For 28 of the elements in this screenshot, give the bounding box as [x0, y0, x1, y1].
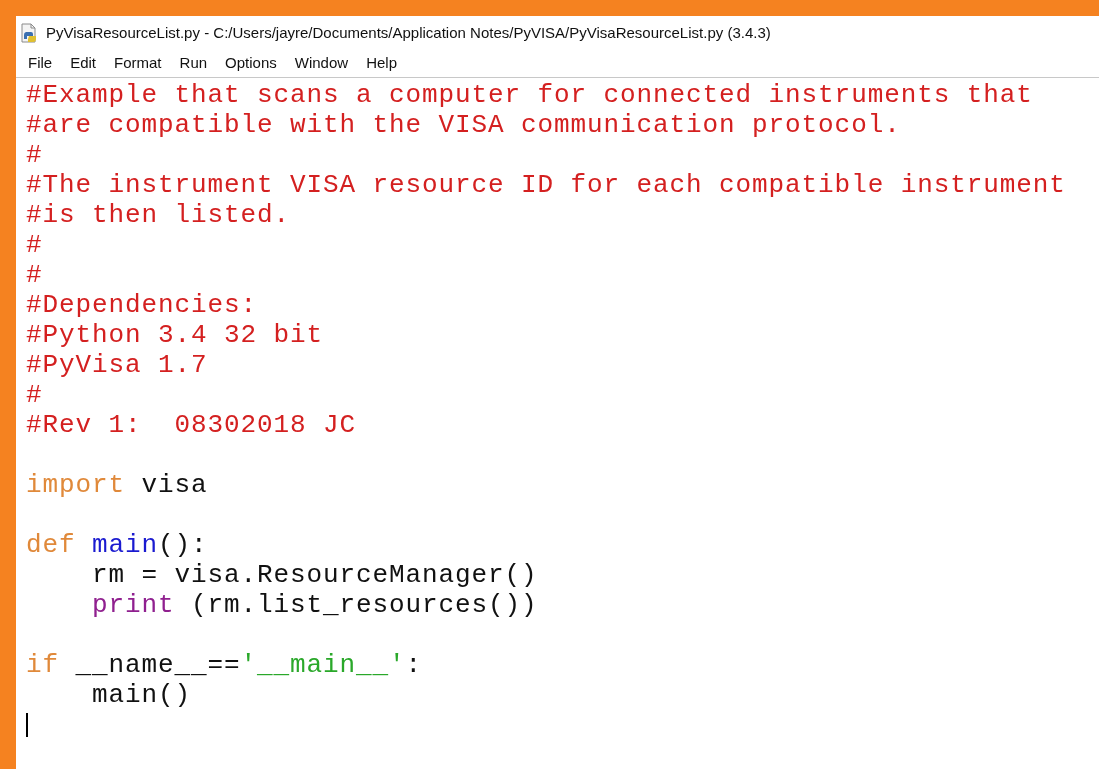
menu-item[interactable]: Help [364, 52, 399, 75]
code-line: # [26, 260, 44, 290]
window-title: PyVisaResourceList.py - C:/Users/jayre/Documents/Application Notes/PyVISA/PyVisaResourceList.py (3.4.3) [46, 22, 771, 43]
text-cursor [26, 713, 28, 737]
code-line: #Python 3.4 32 bit [26, 320, 325, 350]
code-line: # [26, 140, 44, 170]
code-line: #are compatible with the VISA communication protocol. [26, 110, 902, 140]
code-line: rm = visa.ResourceManager() [91, 560, 539, 590]
menu-item[interactable]: Run [177, 52, 210, 75]
code-line: #PyVisa 1.7 [26, 350, 209, 380]
code-line: # [26, 380, 44, 410]
code-line: #Rev 1: 08302018 JC [26, 410, 358, 440]
code-line: print (rm.list_resources()) [91, 590, 539, 620]
code-line: #The instrument VISA resource ID for each compatible instrument [26, 170, 1067, 200]
menu-item[interactable]: Window [292, 52, 351, 75]
menu-item[interactable]: Format [112, 52, 164, 75]
python-file-icon [20, 23, 38, 43]
code-line: main() [91, 680, 193, 710]
code-line: #Example that scans a computer for connected instruments that [26, 80, 1034, 110]
code-line: # [26, 230, 44, 260]
code-line: #Dependencies: [26, 290, 259, 320]
code-line: import visa [26, 470, 209, 500]
code-line: def main(): [26, 530, 209, 560]
code-line: if __name__=='__main__': [26, 650, 424, 680]
menu-item[interactable]: Edit [68, 52, 99, 75]
code-line: #is then listed. [26, 200, 292, 230]
menu-item[interactable]: Options [223, 52, 279, 75]
menu-item[interactable]: File [26, 52, 55, 75]
